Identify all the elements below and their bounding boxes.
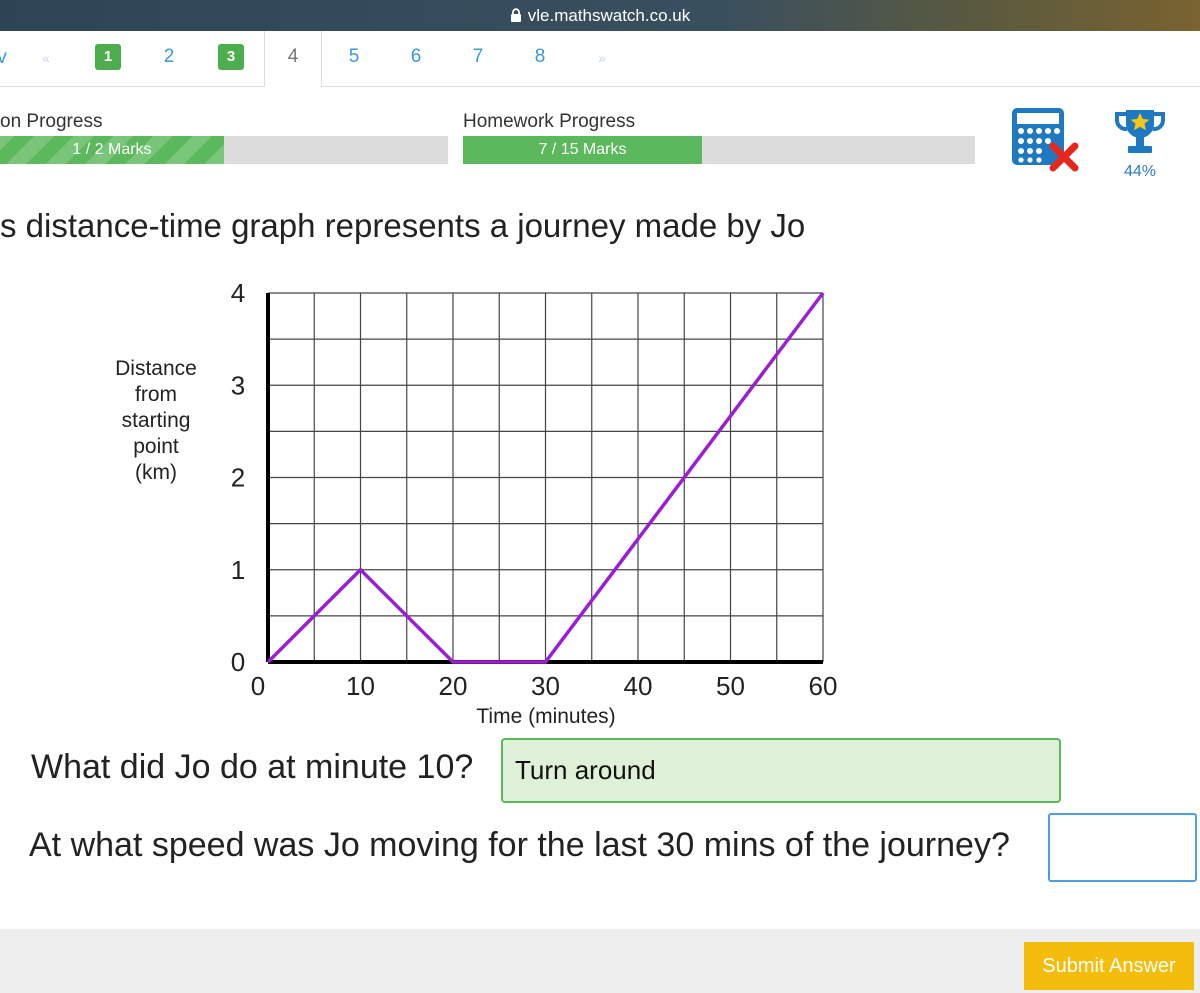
- page-link-8[interactable]: 8: [527, 44, 553, 70]
- question-part1-prompt: What did Jo do at minute 10?: [31, 748, 474, 786]
- y-tick-label: 4: [231, 278, 245, 308]
- y-axis-label: Distance from starting point (km): [100, 356, 212, 486]
- page-link-6[interactable]: 6: [403, 44, 429, 70]
- y-axis-label-line: (km): [135, 461, 177, 484]
- x-tick-label: 40: [624, 671, 653, 701]
- distance-time-graph: 0 10 20 30 40 50 60 0 1 2 3 4 Time (minutes): [231, 278, 838, 728]
- lesson-progress-label: on Progress: [0, 111, 103, 132]
- x-tick-label: 50: [716, 671, 745, 701]
- y-tick-label: 3: [231, 370, 245, 400]
- url-text: vle.mathswatch.co.uk: [527, 5, 691, 25]
- x-tick-label: 30: [531, 671, 560, 701]
- x-axis-label: Time (minutes): [476, 705, 615, 728]
- x-tick-label: 10: [346, 671, 375, 701]
- page-link-5[interactable]: 5: [341, 44, 367, 70]
- trophy-icon: [1112, 104, 1168, 158]
- question-part2-prompt: At what speed was Jo moving for the last…: [29, 826, 1010, 864]
- question-title: s distance-time graph represents a journ…: [0, 207, 806, 244]
- homework-progress-text: 7 / 15 Marks: [538, 141, 627, 158]
- x-tick-label: 0: [251, 671, 265, 701]
- page-last-arrow[interactable]: »: [589, 45, 615, 71]
- submit-answer-button[interactable]: Submit Answer: [1024, 942, 1194, 990]
- y-axis-label-line: from: [135, 383, 177, 406]
- page-link-7[interactable]: 7: [465, 44, 491, 70]
- calculator-disabled-icon[interactable]: [1008, 104, 1080, 174]
- page-link-4[interactable]: 4: [280, 44, 306, 70]
- homework-progress-label: Homework Progress: [463, 111, 636, 132]
- page-prev-fragment[interactable]: v: [0, 45, 15, 71]
- y-tick-label: 2: [231, 463, 245, 493]
- page-link-2[interactable]: 2: [156, 44, 182, 70]
- y-axis-label-line: point: [133, 435, 179, 458]
- x-tick-label: 60: [809, 671, 838, 701]
- page-first-arrow[interactable]: «: [33, 45, 59, 71]
- homework-progress-bar: 7 / 15 Marks: [463, 136, 975, 164]
- y-axis-label-line: Distance: [115, 357, 197, 380]
- lesson-progress-bar: 1 / 2 Marks: [0, 136, 448, 164]
- score-percent: 44%: [1123, 163, 1157, 180]
- browser-url-bar[interactable]: vle.mathswatch.co.uk: [0, 0, 1200, 31]
- lesson-progress-text: 1 / 2 Marks: [72, 141, 152, 158]
- answer2-input[interactable]: [1048, 813, 1197, 882]
- page-link-3[interactable]: 3: [218, 44, 244, 70]
- lock-icon: [510, 8, 522, 23]
- x-tick-label: 20: [439, 671, 468, 701]
- y-tick-label: 1: [231, 555, 245, 585]
- page-link-1[interactable]: 1: [95, 44, 121, 70]
- y-axis-label-line: starting: [121, 409, 191, 432]
- y-tick-label: 0: [231, 647, 245, 677]
- footer-bar: [0, 929, 1200, 993]
- answer1-input[interactable]: Turn around: [501, 738, 1061, 803]
